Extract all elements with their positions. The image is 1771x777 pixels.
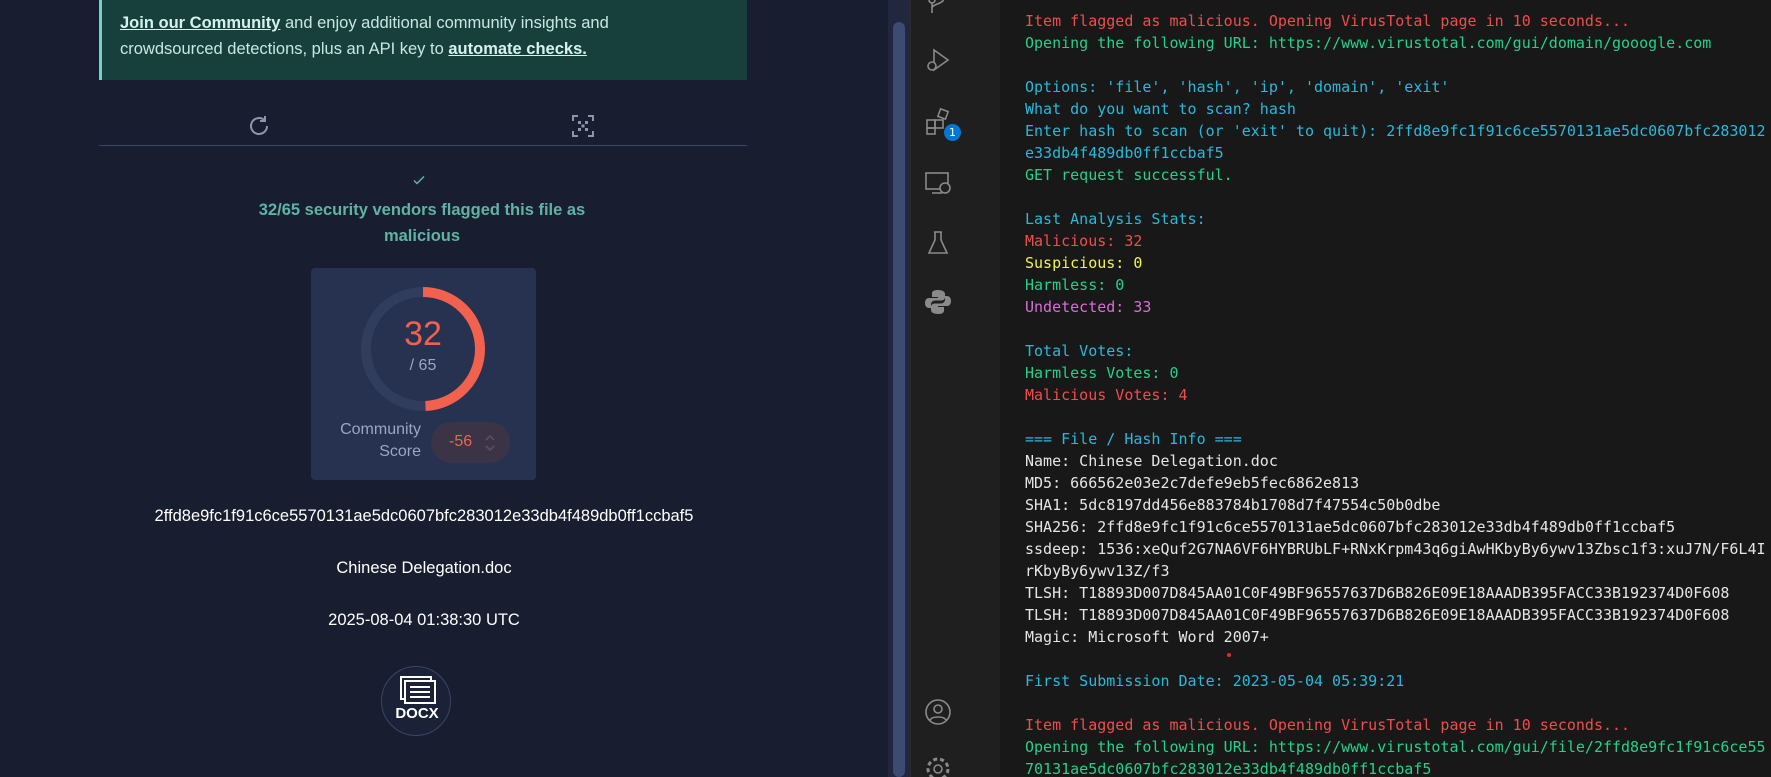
scan-qr-icon[interactable] bbox=[569, 112, 597, 140]
banner-text-2: crowdsourced detections, plus an API key… bbox=[120, 40, 449, 58]
terminal-line: Harmless: 0 bbox=[1025, 276, 1125, 294]
terminal-line: ssdeep: 1536:xeQuf2G7NA6VF6HYBRUbLF+RNxK… bbox=[1025, 540, 1766, 558]
editor-gutter bbox=[962, 0, 1000, 777]
community-score-widget[interactable]: -56 bbox=[431, 422, 510, 463]
terminal-line: Malicious: 32 bbox=[1025, 232, 1143, 250]
refresh-icon[interactable] bbox=[245, 112, 273, 140]
settings-icon[interactable] bbox=[923, 754, 953, 777]
total-engines: / 65 bbox=[409, 357, 437, 374]
file-hash: 2ffd8e9fc1f91c6ce5570131ae5dc0607bfc2830… bbox=[154, 507, 694, 525]
browser-scrollbar-thumb[interactable] bbox=[893, 22, 905, 777]
file-name: Chinese Delegation.doc bbox=[336, 559, 512, 577]
virustotal-panel: Join our Community and enjoy additional … bbox=[0, 0, 888, 777]
terminal-line: rKbyBy6ywv13Z/f3 bbox=[1025, 562, 1170, 580]
terminal-line: Undetected: 33 bbox=[1025, 298, 1152, 316]
terminal-line: Harmless Votes: 0 bbox=[1025, 364, 1179, 382]
banner-text-1: and enjoy additional community insights … bbox=[280, 14, 609, 32]
extensions-badge: 1 bbox=[944, 124, 961, 141]
malicious-count: 32 bbox=[404, 315, 442, 353]
verdict-line-1: 32/65 security vendors flagged this file… bbox=[258, 201, 586, 219]
community-score-label: Community Score bbox=[340, 421, 421, 460]
terminal-line: Options: 'file', 'hash', 'ip', 'domain',… bbox=[1025, 78, 1450, 96]
analysis-tab-bar bbox=[99, 106, 747, 146]
terminal-line: Magic: Microsoft Word 2007+ bbox=[1025, 628, 1269, 646]
terminal-line: MD5: 666562e03e2c7defe9eb5fec6862e813 bbox=[1025, 474, 1360, 492]
cursor-marker bbox=[1227, 653, 1231, 657]
activity-bar: 1 bbox=[910, 0, 962, 777]
terminal-line: Item flagged as malicious. Opening Virus… bbox=[1025, 12, 1631, 30]
terminal-line: Opening the following URL: https://www.v… bbox=[1025, 738, 1766, 756]
verdict-line-2: malicious bbox=[383, 227, 461, 245]
terminal-line: === File / Hash Info === bbox=[1025, 430, 1242, 448]
community-banner: Join our Community and enjoy additional … bbox=[99, 0, 747, 80]
terminal-line: Last Analysis Stats: bbox=[1025, 210, 1206, 228]
automate-checks-link[interactable]: automate checks. bbox=[448, 40, 586, 58]
terminal-panel[interactable]: Item flagged as malicious. Opening Virus… bbox=[1000, 0, 1771, 777]
terminal-line: GET request successful. bbox=[1025, 166, 1233, 184]
terminal-line: Enter hash to scan (or 'exit' to quit): … bbox=[1025, 122, 1766, 140]
remote-explorer-icon[interactable] bbox=[923, 168, 953, 198]
terminal-line: TLSH: T18893D007D845AA01C0F49BF96557637D… bbox=[1025, 584, 1730, 602]
terminal-line: TLSH: T18893D007D845AA01C0F49BF96557637D… bbox=[1025, 606, 1730, 624]
detection-score-card: 32 / 65 Community Score -56 bbox=[311, 268, 536, 480]
source-control-icon[interactable] bbox=[923, 0, 953, 22]
terminal-line: e33db4f489db0ff1ccbaf5 bbox=[1025, 144, 1224, 162]
join-community-link[interactable]: Join our Community bbox=[120, 14, 280, 32]
run-debug-icon[interactable] bbox=[923, 45, 953, 75]
check-icon bbox=[411, 172, 427, 188]
python-icon[interactable] bbox=[923, 287, 953, 317]
community-score-value: -56 bbox=[449, 433, 473, 450]
detection-verdict: 32/65 security vendors flagged this file… bbox=[222, 197, 622, 249]
testing-icon[interactable] bbox=[923, 228, 953, 258]
terminal-line: Malicious Votes: 4 bbox=[1025, 386, 1188, 404]
filetype-label: DOCX bbox=[395, 705, 439, 722]
vote-arrows-icon[interactable] bbox=[484, 429, 496, 457]
terminal-line: SHA1: 5dc8197dd456e883784b1708d7f47554c5… bbox=[1025, 496, 1441, 514]
terminal-line: SHA256: 2ffd8e9fc1f91c6ce5570131ae5dc060… bbox=[1025, 518, 1676, 536]
terminal-line: First Submission Date: 2023-05-04 05:39:… bbox=[1025, 672, 1405, 690]
terminal-line: What do you want to scan? hash bbox=[1025, 100, 1296, 118]
terminal-line: Total Votes: bbox=[1025, 342, 1134, 360]
terminal-line: Opening the following URL: https://www.v… bbox=[1025, 34, 1712, 52]
browser-scrollbar[interactable] bbox=[888, 0, 910, 777]
account-icon[interactable] bbox=[923, 697, 953, 727]
terminal-line: Suspicious: 0 bbox=[1025, 254, 1143, 272]
docx-file-icon: DOCX bbox=[381, 666, 451, 736]
analysis-date: 2025-08-04 01:38:30 UTC bbox=[328, 611, 520, 629]
terminal-line: 70131ae5dc0607bfc283012e33db4f489db0ff1c… bbox=[1025, 760, 1432, 777]
terminal-line: Name: Chinese Delegation.doc bbox=[1025, 452, 1278, 470]
terminal-line: Item flagged as malicious. Opening Virus… bbox=[1025, 716, 1631, 734]
